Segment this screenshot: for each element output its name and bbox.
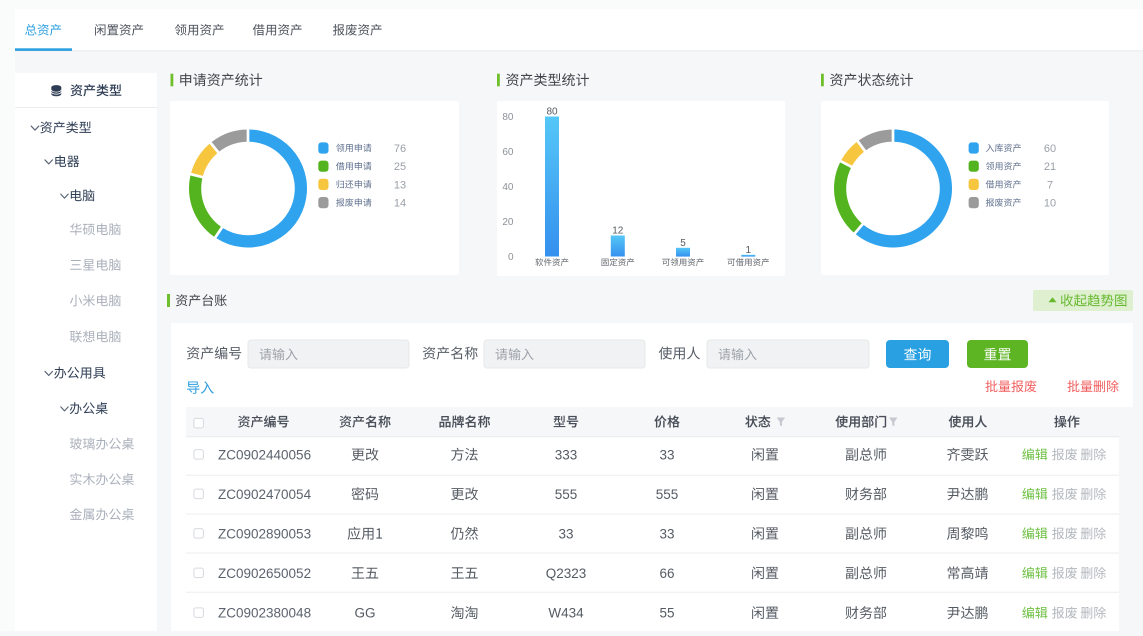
svg-text:ZC0902890053: ZC0902890053: [218, 526, 311, 541]
svg-text:14: 14: [394, 198, 406, 210]
svg-text:ZC0902650052: ZC0902650052: [218, 566, 311, 581]
svg-text:33: 33: [659, 447, 674, 462]
svg-text:80: 80: [502, 112, 514, 123]
svg-text:25: 25: [394, 161, 406, 173]
svg-text:5: 5: [680, 238, 686, 249]
svg-text:33: 33: [659, 526, 674, 541]
svg-text:76: 76: [394, 143, 406, 155]
svg-text:60: 60: [1044, 143, 1056, 155]
svg-text:13: 13: [394, 179, 406, 191]
svg-text:10: 10: [1044, 198, 1056, 210]
svg-text:40: 40: [502, 182, 514, 193]
svg-text:55: 55: [659, 606, 674, 621]
svg-text:60: 60: [502, 147, 514, 158]
svg-text:Q2323: Q2323: [546, 566, 587, 581]
svg-text:80: 80: [546, 107, 558, 118]
svg-text:555: 555: [555, 487, 578, 502]
svg-text:1: 1: [746, 245, 752, 256]
svg-text:12: 12: [612, 226, 624, 237]
svg-text:555: 555: [656, 487, 679, 502]
svg-text:333: 333: [555, 447, 578, 462]
svg-text:ZC0902440056: ZC0902440056: [218, 447, 311, 462]
svg-text:ZC0902380048: ZC0902380048: [218, 606, 311, 621]
svg-text:66: 66: [659, 566, 674, 581]
svg-text:33: 33: [558, 526, 573, 541]
svg-text:20: 20: [502, 217, 514, 228]
svg-text:7: 7: [1047, 179, 1053, 191]
svg-text:GG: GG: [354, 606, 375, 621]
svg-text:W434: W434: [548, 606, 584, 621]
svg-text:21: 21: [1044, 161, 1056, 173]
svg-text:0: 0: [508, 252, 514, 263]
svg-text:ZC0902470054: ZC0902470054: [218, 487, 312, 502]
